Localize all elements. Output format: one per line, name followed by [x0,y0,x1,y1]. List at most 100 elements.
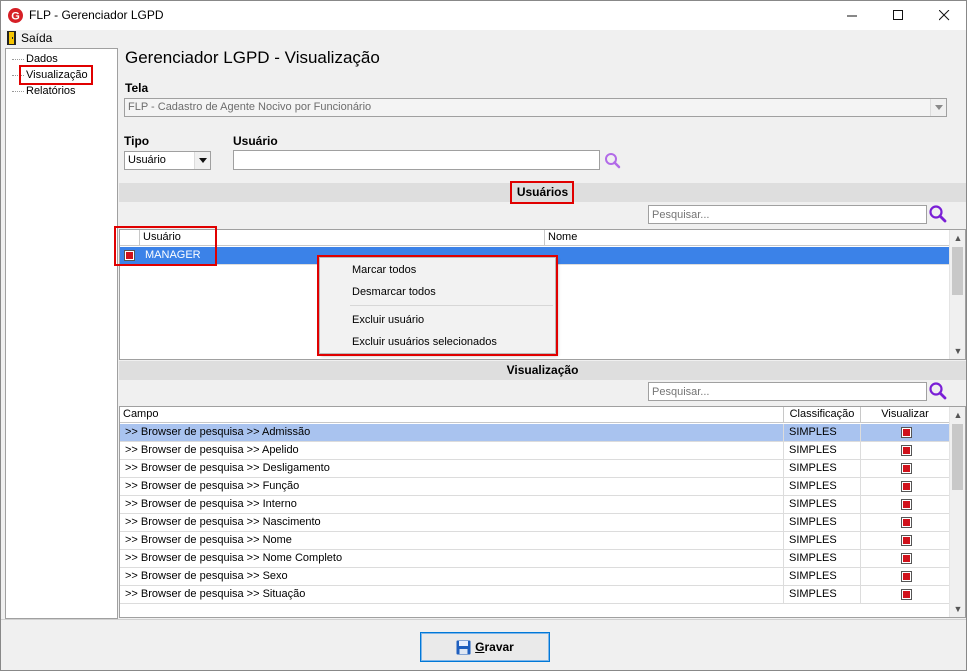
view-cell-classificacao: SIMPLES [784,442,861,460]
scroll-thumb[interactable] [952,247,963,295]
visualizar-checkbox[interactable] [901,517,912,528]
exit-door-icon [7,31,16,45]
table-row[interactable]: >> Browser de pesquisa >> Interno SIMPLE… [120,496,949,514]
view-cell-campo: >> Browser de pesquisa >> Nascimento [120,514,784,532]
table-row[interactable]: >> Browser de pesquisa >> Nascimento SIM… [120,514,949,532]
view-cell-visualizar [861,478,949,496]
visualizar-checkbox[interactable] [901,589,912,600]
view-section-title: Visualização [506,363,579,377]
scroll-thumb[interactable] [952,424,963,490]
save-button[interactable]: Gravar [420,632,550,662]
scroll-up-icon[interactable]: ▲ [950,230,965,246]
close-icon [938,10,949,21]
view-cell-visualizar [861,496,949,514]
save-button-label: ravar [484,640,514,654]
view-col-visualizar[interactable]: Visualizar [861,407,949,423]
view-cell-campo: >> Browser de pesquisa >> Sexo [120,568,784,586]
view-search-input[interactable] [648,382,927,401]
search-icon[interactable] [928,381,948,401]
view-cell-campo: >> Browser de pesquisa >> Interno [120,496,784,514]
users-cell-nome [545,247,949,265]
search-icon[interactable] [928,204,948,224]
table-row[interactable]: >> Browser de pesquisa >> Nome SIMPLES [120,532,949,550]
tela-select[interactable]: FLP - Cadastro de Agente Nocivo por Func… [124,98,947,117]
save-floppy-icon [456,640,471,654]
menu-bar: Saída [1,30,966,47]
highlight-box-usuarios [510,181,574,204]
view-cell-classificacao: SIMPLES [784,532,861,550]
close-button[interactable] [921,1,967,30]
usuario-input[interactable] [233,150,600,170]
tipo-select-value: Usuário [128,154,166,166]
table-row[interactable]: >> Browser de pesquisa >> Situação SIMPL… [120,586,949,604]
app-window: G FLP - Gerenciador LGPD Saída Dados Vis… [0,0,967,671]
table-row[interactable]: >> Browser de pesquisa >> Nome Completo … [120,550,949,568]
view-cell-visualizar [861,424,949,442]
maximize-button[interactable] [875,1,921,30]
highlight-box-context-menu [317,255,558,356]
users-col-nome[interactable]: Nome [545,230,949,246]
view-section-header: Visualização [119,361,966,380]
nav-tree: Dados Visualização Relatórios [5,48,118,619]
view-cell-visualizar [861,550,949,568]
tipo-label: Tipo [124,134,150,148]
view-cell-visualizar [861,586,949,604]
view-cell-classificacao: SIMPLES [784,478,861,496]
minimize-icon [846,15,857,17]
users-scrollbar[interactable]: ▲ ▼ [949,230,965,359]
view-cell-campo: >> Browser de pesquisa >> Nome [120,532,784,550]
view-grid-header: Campo Classificação Visualizar [120,407,949,423]
tipo-select[interactable]: Usuário [124,151,211,170]
view-cell-classificacao: SIMPLES [784,460,861,478]
view-cell-campo: >> Browser de pesquisa >> Desligamento [120,460,784,478]
footer-bar: Gravar [1,619,966,670]
table-row[interactable]: >> Browser de pesquisa >> Apelido SIMPLE… [120,442,949,460]
view-cell-visualizar [861,514,949,532]
view-col-campo[interactable]: Campo [120,407,784,423]
users-search-input[interactable] [648,205,927,224]
visualizar-checkbox[interactable] [901,553,912,564]
tree-connector [12,59,24,60]
window-title: FLP - Gerenciador LGPD [29,8,164,22]
view-cell-visualizar [861,460,949,478]
title-bar: G FLP - Gerenciador LGPD [1,1,966,30]
visualizar-checkbox[interactable] [901,463,912,474]
table-row[interactable]: >> Browser de pesquisa >> Admissão SIMPL… [120,424,949,442]
tela-label: Tela [125,81,149,95]
scroll-down-icon[interactable]: ▼ [950,601,965,617]
view-cell-campo: >> Browser de pesquisa >> Situação [120,586,784,604]
minimize-button[interactable] [829,1,875,30]
tree-item-label: Relatórios [26,85,76,97]
dropdown-arrow-icon [930,99,946,116]
view-cell-campo: >> Browser de pesquisa >> Admissão [120,424,784,442]
visualizar-checkbox[interactable] [901,427,912,438]
view-scrollbar[interactable]: ▲ ▼ [949,407,965,617]
view-cell-classificacao: SIMPLES [784,550,861,568]
view-cell-classificacao: SIMPLES [784,424,861,442]
view-cell-classificacao: SIMPLES [784,586,861,604]
maximize-icon [892,10,903,20]
scroll-up-icon[interactable]: ▲ [950,407,965,423]
visualizar-checkbox[interactable] [901,499,912,510]
visualizar-checkbox[interactable] [901,535,912,546]
view-grid: Campo Classificação Visualizar >> Browse… [119,406,966,618]
tree-connector [12,91,24,92]
scroll-down-icon[interactable]: ▼ [950,343,965,359]
app-logo-icon: G [8,8,23,23]
table-row[interactable]: >> Browser de pesquisa >> Função SIMPLES [120,478,949,496]
view-col-classificacao[interactable]: Classificação [784,407,861,423]
visualizar-checkbox[interactable] [901,571,912,582]
tree-item-label: Dados [26,53,58,65]
users-grid-header: Usuário Nome [120,230,949,246]
view-cell-campo: >> Browser de pesquisa >> Apelido [120,442,784,460]
view-cell-visualizar [861,568,949,586]
search-icon[interactable] [603,151,623,171]
exit-menu-item[interactable]: Saída [3,30,53,47]
table-row[interactable]: >> Browser de pesquisa >> Sexo SIMPLES [120,568,949,586]
dropdown-arrow-icon [194,152,210,169]
table-row[interactable]: >> Browser de pesquisa >> Desligamento S… [120,460,949,478]
view-cell-campo: >> Browser de pesquisa >> Nome Completo [120,550,784,568]
visualizar-checkbox[interactable] [901,481,912,492]
highlight-box-visualizacao [19,65,93,85]
visualizar-checkbox[interactable] [901,445,912,456]
